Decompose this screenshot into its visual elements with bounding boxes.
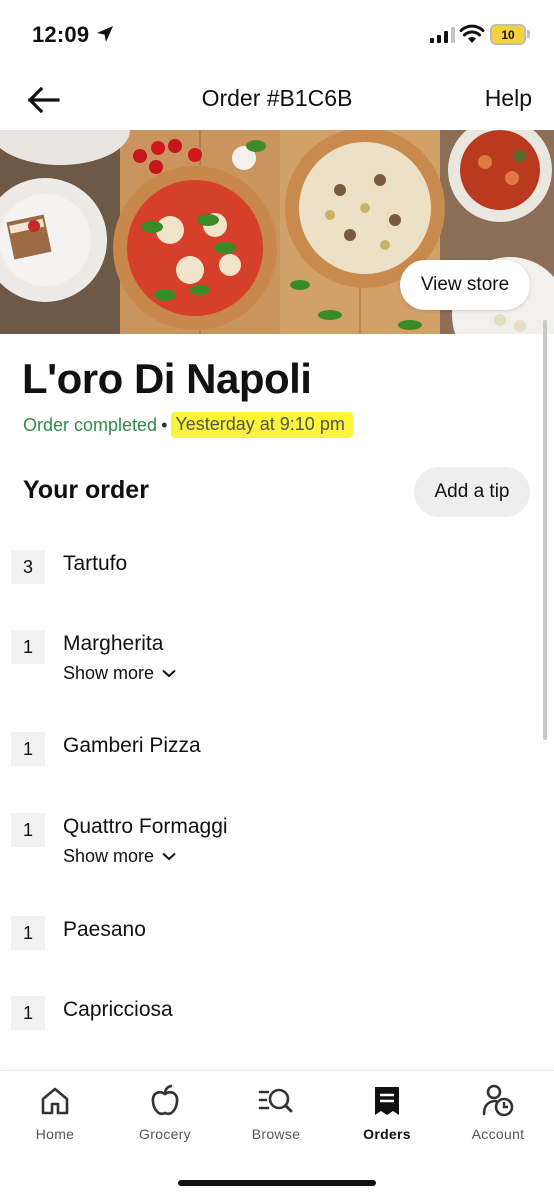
store-hero-image: View store [0, 130, 554, 334]
add-tip-button[interactable]: Add a tip [414, 467, 530, 517]
view-store-button[interactable]: View store [400, 260, 530, 310]
battery-icon: 10 [490, 24, 526, 45]
scrollbar[interactable] [543, 320, 547, 740]
order-status: Order completed [23, 414, 158, 435]
tab-home[interactable]: Home [0, 1071, 110, 1161]
tab-orders[interactable]: Orders [332, 1071, 442, 1161]
apple-icon [151, 1084, 179, 1116]
order-time: Yesterday at 9:10 pm [171, 412, 353, 438]
chevron-down-icon [162, 852, 176, 861]
item-name: Capricciosa [63, 998, 173, 1021]
battery-level: 10 [501, 27, 515, 42]
show-more-label: Show more [63, 846, 155, 866]
status-bar: 12:09 10 [0, 0, 554, 70]
browse-search-icon [258, 1088, 293, 1113]
store-name: L'oro Di Napoli [22, 355, 312, 402]
tab-label: Browse [251, 1126, 301, 1142]
item-quantity: 1 [11, 916, 45, 950]
battery-cap [527, 30, 530, 38]
receipt-icon [375, 1087, 399, 1115]
item-name: Margherita [63, 632, 164, 655]
item-name: Paesano [63, 918, 146, 941]
item-name: Tartufo [63, 552, 128, 575]
cellular-signal-icon [430, 27, 455, 43]
item-name: Gamberi Pizza [63, 734, 201, 757]
tab-grocery[interactable]: Grocery [110, 1071, 220, 1161]
meta-separator: • [161, 414, 168, 435]
help-link[interactable]: Help [485, 85, 532, 112]
home-indicator[interactable] [178, 1180, 376, 1186]
your-order-heading: Your order [23, 476, 149, 504]
wifi-icon [459, 24, 485, 43]
show-more-toggle[interactable]: Show more [63, 663, 176, 684]
item-quantity: 3 [11, 550, 45, 584]
location-arrow-icon [97, 26, 113, 42]
tab-label: Grocery [139, 1126, 191, 1142]
order-items-list: 3 Tartufo 1 Margherita Show more 1 Gambe… [0, 550, 554, 1050]
account-icon [482, 1084, 514, 1117]
page-title: Order #B1C6B [201, 85, 353, 111]
item-quantity: 1 [11, 630, 45, 664]
nav-header: Order #B1C6B Help [0, 70, 554, 130]
order-meta: Order completed • Yesterday at 9:10 pm [23, 412, 353, 438]
show-more-toggle[interactable]: Show more [63, 846, 176, 867]
show-more-label: Show more [63, 663, 155, 683]
tab-account[interactable]: Account [443, 1071, 553, 1161]
item-quantity: 1 [11, 996, 45, 1030]
home-icon [41, 1087, 69, 1115]
tab-label: Orders [363, 1126, 411, 1142]
item-quantity: 1 [11, 813, 45, 847]
tab-browse[interactable]: Browse [221, 1071, 331, 1161]
item-name: Quattro Formaggi [63, 815, 228, 838]
item-quantity: 1 [11, 732, 45, 766]
tab-label: Home [35, 1126, 75, 1142]
tab-label: Account [471, 1126, 525, 1142]
chevron-down-icon [162, 669, 176, 678]
status-time: 12:09 [32, 22, 90, 47]
